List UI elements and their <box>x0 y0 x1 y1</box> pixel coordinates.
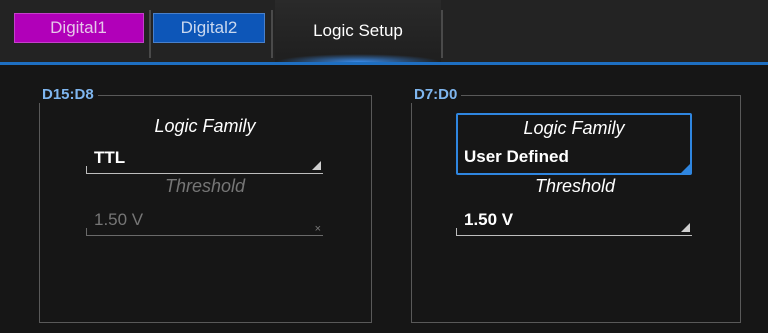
dropdown-corner-icon <box>681 223 690 232</box>
logic-family-value: TTL <box>94 148 126 167</box>
logic-family-dropdown[interactable]: Logic Family User Defined <box>456 113 692 175</box>
dropdown-corner-icon <box>681 164 690 173</box>
field-underline <box>456 235 692 236</box>
group-d15-d8: D15:D8 Logic Family TTL Threshold 1.50 V… <box>38 86 372 323</box>
tab-digital2[interactable]: Digital2 <box>150 10 268 46</box>
tab-logic-setup-label: Logic Setup <box>313 21 403 40</box>
tab-logic-setup[interactable]: Logic Setup <box>275 0 441 62</box>
group-title: D15:D8 <box>38 86 98 103</box>
field-underline <box>86 235 323 236</box>
tab-digital1[interactable]: Digital1 <box>10 10 147 46</box>
logic-family-label: Logic Family <box>523 118 625 138</box>
group-title: D7:D0 <box>410 86 462 103</box>
field-tick <box>86 228 87 236</box>
logic-setup-panel: D15:D8 Logic Family TTL Threshold 1.50 V… <box>0 65 768 333</box>
disabled-x-icon: × <box>314 223 321 235</box>
field-underline <box>86 173 323 174</box>
threshold-label: Threshold <box>164 176 246 196</box>
threshold-input[interactable]: 1.50 V <box>456 206 692 236</box>
threshold-label: Threshold <box>534 176 616 196</box>
tab-separator <box>271 10 273 58</box>
threshold-field: 1.50 V × <box>86 206 323 236</box>
threshold-value: 1.50 V <box>464 210 514 229</box>
logic-family-value: User Defined <box>464 147 569 166</box>
active-tab-glow <box>275 54 441 62</box>
group-d7-d0: D7:D0 Logic Family User Defined Threshol… <box>410 86 741 323</box>
tab-bar: Digital1 Digital2 Logic Setup <box>0 0 768 64</box>
tab-digital1-label: Digital1 <box>13 13 144 43</box>
logic-family-dropdown[interactable]: TTL <box>86 144 323 174</box>
field-tick <box>456 228 457 236</box>
threshold-value: 1.50 V <box>94 210 144 229</box>
field-tick <box>86 166 87 174</box>
tab-digital2-label: Digital2 <box>153 13 265 43</box>
dropdown-corner-icon <box>312 161 321 170</box>
tab-separator <box>441 10 443 58</box>
logic-family-label: Logic Family <box>154 116 256 136</box>
